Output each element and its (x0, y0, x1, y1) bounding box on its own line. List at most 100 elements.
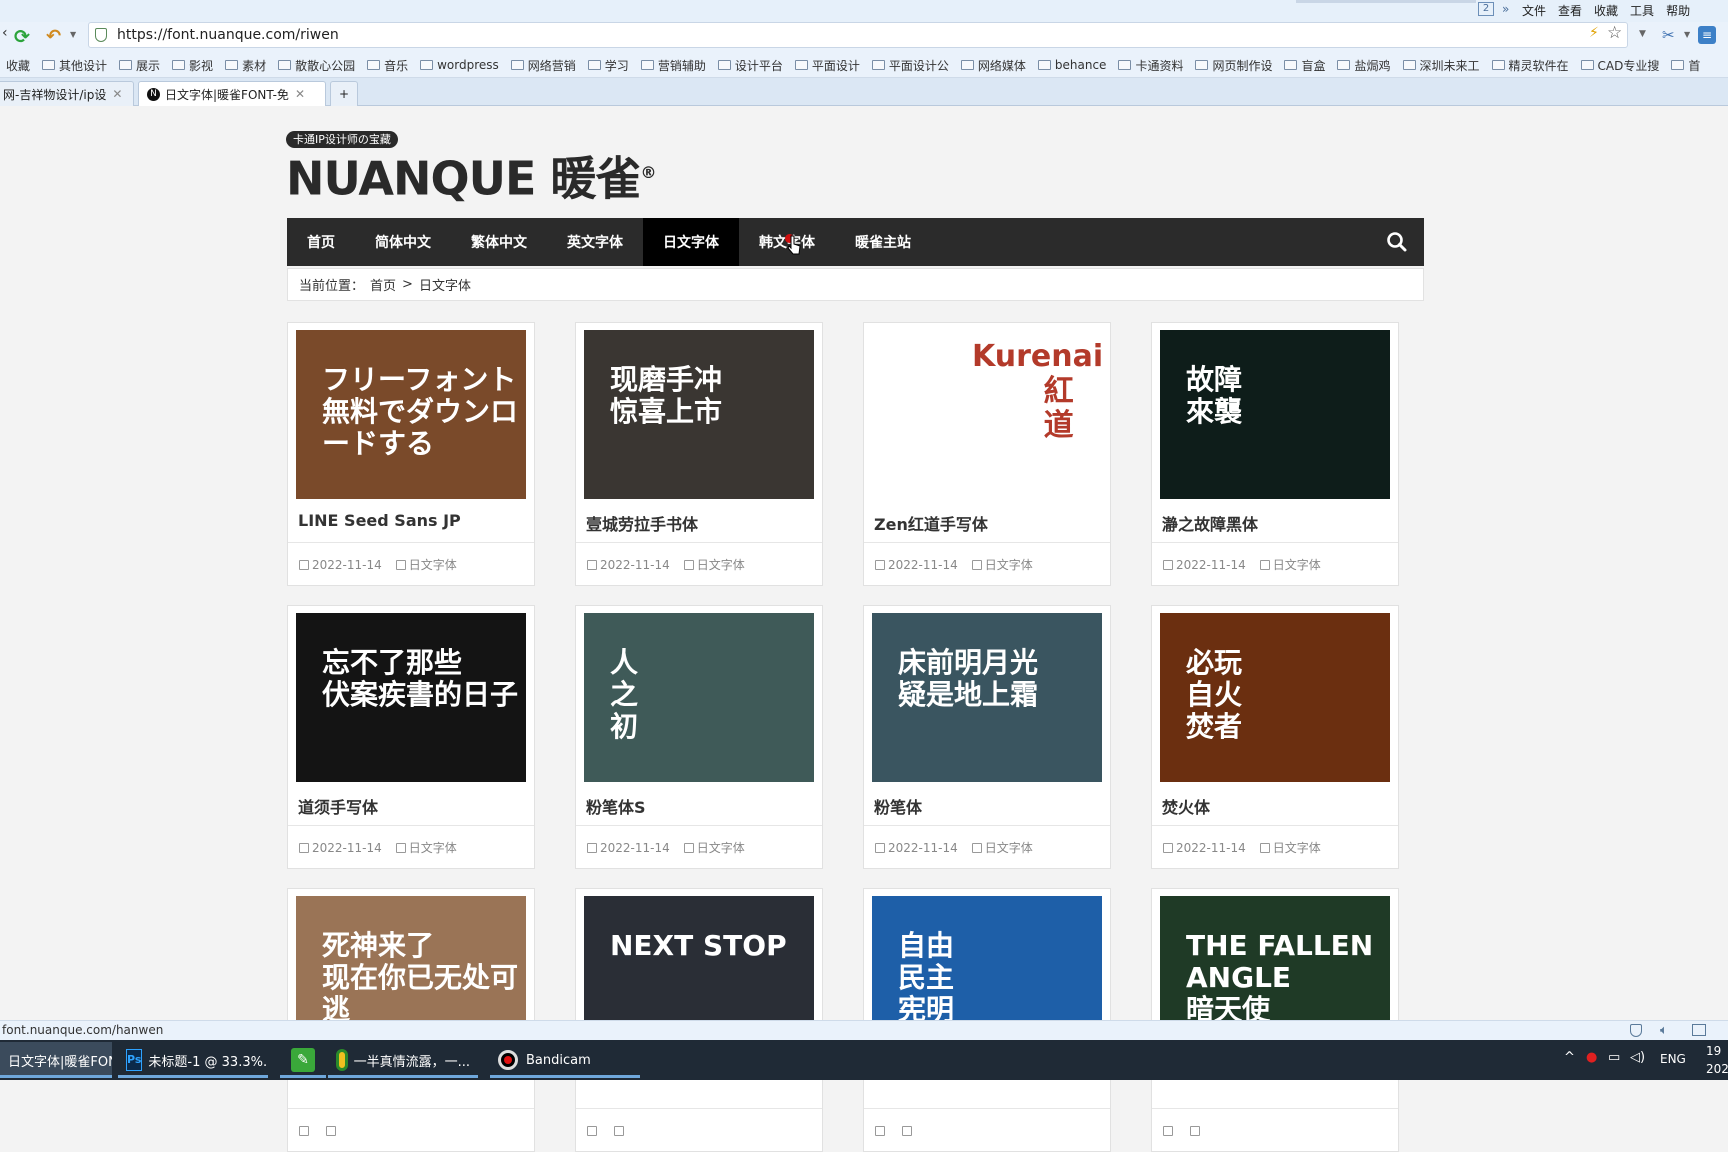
star-icon[interactable]: ☆ (1607, 23, 1622, 43)
tab-mascot-design[interactable]: 网-吉祥物设计/ip设 ✕ (0, 81, 134, 106)
card-category[interactable]: 日文字体 (395, 839, 457, 856)
network-icon[interactable]: ▭ (1608, 1050, 1620, 1065)
font-card[interactable]: フリーフォント 無料でダウンロードする LINE Seed Sans JP 2022… (287, 322, 535, 586)
bookmark-item[interactable]: 平面设计公 (866, 52, 955, 77)
url-dropdown-icon[interactable]: ▼ (1639, 29, 1646, 39)
url-text[interactable]: https://font.nuanque.com/riwen (117, 27, 339, 43)
font-thumbnail[interactable]: 人 之 初 (584, 613, 814, 782)
bookmark-item[interactable]: 盐焗鸡 (1331, 52, 1396, 77)
font-thumbnail[interactable]: 现磨手冲 惊喜上市 (584, 330, 814, 499)
bookmark-item[interactable]: 深圳未来工 (1397, 52, 1486, 77)
url-field[interactable]: https://font.nuanque.com/riwen ⚡ ☆ ▼ (88, 22, 1646, 48)
bookmark-item[interactable]: 网络媒体 (955, 52, 1032, 77)
font-thumbnail[interactable]: 故障 來襲 (1160, 330, 1390, 499)
card-category[interactable]: 日文字体 (1259, 556, 1321, 573)
card-category[interactable]: 日文字体 (1259, 839, 1321, 856)
extension-icon[interactable]: ≡ (1698, 26, 1716, 44)
search-icon[interactable] (1386, 231, 1408, 253)
undo-dropdown-icon[interactable]: ▼ (70, 30, 76, 39)
task-pen-app[interactable]: ✎ (280, 1042, 326, 1078)
close-icon[interactable]: ✕ (295, 87, 305, 101)
close-icon[interactable]: ✕ (112, 87, 122, 101)
card-category[interactable]: 日文字体 (971, 839, 1033, 856)
card-category[interactable] (326, 1125, 339, 1136)
nav-item-1[interactable]: 简体中文 (355, 218, 451, 266)
font-title[interactable]: 粉笔体 (874, 794, 922, 818)
bookmark-item[interactable]: 音乐 (361, 52, 414, 77)
card-category[interactable] (902, 1125, 915, 1136)
card-category[interactable]: 日文字体 (395, 556, 457, 573)
bookmark-item[interactable]: behance (1032, 52, 1113, 77)
font-title[interactable]: 粉笔体S (586, 794, 646, 818)
card-category[interactable]: 日文字体 (971, 556, 1033, 573)
refresh-icon[interactable]: ⟳ (14, 26, 36, 48)
site-logo[interactable]: NUANQUE 暖雀® (286, 148, 656, 203)
nav-item-6[interactable]: 暖雀主站 (835, 218, 931, 266)
font-title[interactable]: 瀞之故障黑体 (1162, 511, 1258, 535)
bookmark-item[interactable]: 其他设计 (36, 52, 113, 77)
lightning-icon[interactable]: ⚡ (1589, 25, 1599, 41)
font-thumbnail[interactable]: 床前明月光 疑是地上霜 (872, 613, 1102, 782)
font-card[interactable]: 必玩 自火 焚者 焚火体 2022-11-14 日文字体 (1151, 605, 1399, 869)
menu-help[interactable]: 帮助 (1666, 2, 1690, 19)
nav-item-2[interactable]: 繁体中文 (451, 218, 547, 266)
bookmark-item[interactable]: 网页制作设 (1189, 52, 1278, 77)
card-category[interactable] (1190, 1125, 1203, 1136)
undo-icon[interactable]: ↶ (46, 26, 68, 48)
font-card[interactable]: 现磨手冲 惊喜上市 壹城劳拉手书体 2022-11-14 日文字体 (575, 322, 823, 586)
tab-japanese-fonts[interactable]: N 日文字体|暖雀FONT-免 ✕ (138, 81, 326, 106)
clock[interactable]: 19 2023 (1706, 1042, 1728, 1078)
font-thumbnail[interactable]: 忘不了那些 伏案疾書的日子 (296, 613, 526, 782)
bookmark-item[interactable]: 首 (1665, 52, 1706, 77)
task-photoshop[interactable]: Ps 未标题-1 @ 33.3%... (118, 1042, 268, 1078)
font-title[interactable]: 壹城劳拉手书体 (586, 511, 698, 535)
menu-tools[interactable]: 工具 (1630, 2, 1654, 19)
card-category[interactable]: 日文字体 (683, 839, 745, 856)
tray-app-icon[interactable]: ● (1586, 1050, 1597, 1065)
bookmark-item[interactable]: 盲盒 (1278, 52, 1331, 77)
scissors-icon[interactable]: ✂ (1662, 26, 1675, 44)
bookmark-item[interactable]: 精灵软件在 (1486, 52, 1575, 77)
bookmark-item[interactable]: 展示 (113, 52, 166, 77)
bookmark-item[interactable]: 影视 (166, 52, 219, 77)
language-indicator[interactable]: ENG (1660, 1052, 1686, 1066)
bookmark-item[interactable]: 设计平台 (712, 52, 789, 77)
task-music-player[interactable]: 一半真情流露，一... (328, 1042, 478, 1078)
new-tab-button[interactable]: + (330, 81, 358, 106)
font-title[interactable]: 焚火体 (1162, 794, 1210, 818)
bookmark-item[interactable]: 网络营销 (505, 52, 582, 77)
font-thumbnail[interactable]: Kurenaido 紅 道 (872, 330, 1102, 499)
bookmark-item[interactable]: wordpress (414, 52, 505, 77)
bookmark-item[interactable]: 收藏 (0, 52, 36, 77)
nav-item-0[interactable]: 首页 (287, 218, 355, 266)
page-count-badge[interactable]: 2 (1478, 2, 1494, 16)
nav-item-3[interactable]: 英文字体 (547, 218, 643, 266)
volume-icon[interactable]: ◁) (1630, 1050, 1645, 1065)
card-category[interactable]: 日文字体 (683, 556, 745, 573)
font-title[interactable]: LINE Seed Sans JP (298, 511, 461, 530)
font-title[interactable]: 道须手写体 (298, 794, 378, 818)
task-browser[interactable]: 日文字体|暖雀FON... (0, 1042, 112, 1078)
font-card[interactable]: 人 之 初粉笔体S 2022-11-14 日文字体 (575, 605, 823, 869)
font-thumbnail[interactable]: 必玩 自火 焚者 (1160, 613, 1390, 782)
bookmark-item[interactable]: 学习 (582, 52, 635, 77)
menu-favorites[interactable]: 收藏 (1594, 2, 1618, 19)
font-thumbnail[interactable]: フリーフォント 無料でダウンロードする (296, 330, 526, 499)
tray-up-chevron-icon[interactable]: ^ (1564, 1050, 1575, 1065)
menu-file[interactable]: 文件 (1522, 2, 1546, 19)
bookmark-item[interactable]: 散散心公园 (272, 52, 361, 77)
font-card[interactable]: 忘不了那些 伏案疾書的日子 道须手写体 2022-11-14 日文字体 (287, 605, 535, 869)
font-card[interactable]: 故障 來襲 瀞之故障黑体 2022-11-14 日文字体 (1151, 322, 1399, 586)
font-card[interactable]: Kurenaido 紅 道 Zen红道手写体 2022-11-14 日文字体 (863, 322, 1111, 586)
shield-icon[interactable] (1630, 1024, 1642, 1037)
bookmark-item[interactable]: CAD专业搜 (1575, 52, 1666, 77)
speaker-icon[interactable]: 🔈︎ (1660, 1021, 1668, 1040)
bookmark-item[interactable]: 卡通资料 (1112, 52, 1189, 77)
bookmark-item[interactable]: 素材 (219, 52, 272, 77)
window-icon[interactable] (1692, 1024, 1706, 1036)
more-chevron-icon[interactable]: » (1502, 2, 1509, 16)
tools-dropdown-icon[interactable]: ▼ (1684, 30, 1690, 39)
nav-item-4[interactable]: 日文字体 (643, 218, 739, 266)
font-title[interactable]: Zen红道手写体 (874, 511, 988, 535)
task-bandicam[interactable]: Bandicam (490, 1042, 640, 1078)
